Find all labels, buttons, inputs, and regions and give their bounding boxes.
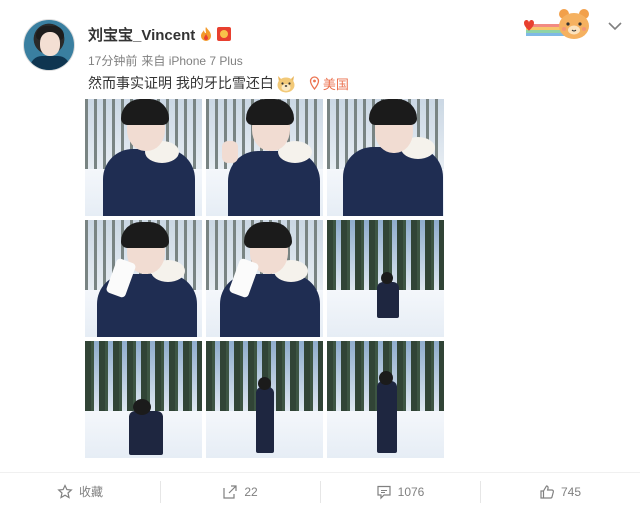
photo-item[interactable] — [85, 99, 202, 216]
repost-button[interactable]: 22 — [160, 473, 320, 510]
vip-badge-icon — [217, 27, 232, 41]
post-meta: 17分钟前 来自 iPhone 7 Plus — [88, 52, 243, 69]
favorite-label: 收藏 — [78, 485, 103, 499]
photo-item[interactable] — [85, 341, 202, 458]
photo-hair — [244, 222, 292, 248]
photo-item[interactable] — [327, 99, 444, 216]
action-bar: 收藏 22 1076 745 — [0, 472, 640, 510]
photo-item[interactable] — [206, 99, 323, 216]
photo-figure-head — [258, 377, 271, 390]
photo-figure-head — [379, 371, 393, 385]
share-icon — [223, 484, 237, 499]
photo-hand — [222, 141, 238, 163]
avatar[interactable] — [23, 19, 75, 71]
photo-figure — [256, 387, 274, 453]
comment-count: 1076 — [397, 484, 425, 499]
photo-item[interactable] — [327, 220, 444, 337]
photo-hair — [369, 99, 417, 125]
fire-icon — [201, 27, 212, 41]
like-count: 745 — [560, 484, 582, 499]
avatar-shirt — [30, 56, 70, 70]
photo-item[interactable] — [327, 341, 444, 458]
chevron-down-icon[interactable] — [608, 21, 622, 31]
location-link[interactable]: 美国 — [309, 74, 349, 93]
photo-hair — [246, 99, 294, 125]
photo-item[interactable] — [206, 341, 323, 458]
photo-jacket — [228, 151, 320, 216]
card-top-right — [520, 8, 622, 44]
photo-figure — [377, 282, 399, 318]
username[interactable]: 刘宝宝_Vincent — [88, 24, 195, 45]
photo-figure — [129, 411, 163, 455]
photo-hair — [121, 99, 169, 125]
photo-grid — [85, 99, 445, 458]
avatar-face — [40, 32, 60, 56]
photo-figure-head — [381, 272, 393, 284]
location-pin-icon — [309, 76, 320, 90]
post-text-row: 然而事实证明 我的牙比雪还白 美国 — [88, 72, 349, 94]
post-source: 来自 iPhone 7 Plus — [141, 54, 243, 68]
comment-button[interactable]: 1076 — [320, 473, 480, 510]
thumbs-up-icon — [540, 484, 554, 499]
bear-card-decoration-icon — [524, 9, 589, 39]
repost-count: 22 — [244, 484, 258, 499]
photo-figure — [377, 381, 397, 453]
star-icon — [57, 483, 73, 499]
favorite-button[interactable]: 收藏 — [0, 473, 160, 510]
post-time[interactable]: 17分钟前 — [88, 52, 137, 69]
photo-figure-head — [133, 399, 151, 415]
photo-item[interactable] — [206, 220, 323, 337]
photo-jacket — [343, 147, 443, 216]
like-button[interactable]: 745 — [480, 473, 640, 510]
name-row: 刘宝宝_Vincent — [88, 23, 232, 45]
photo-item[interactable] — [85, 220, 202, 337]
comment-icon — [377, 485, 391, 499]
location-label: 美国 — [322, 76, 349, 92]
post-text: 然而事实证明 我的牙比雪还白 — [88, 75, 274, 91]
photo-hair — [121, 222, 169, 248]
dog-emoji-icon — [277, 76, 295, 93]
